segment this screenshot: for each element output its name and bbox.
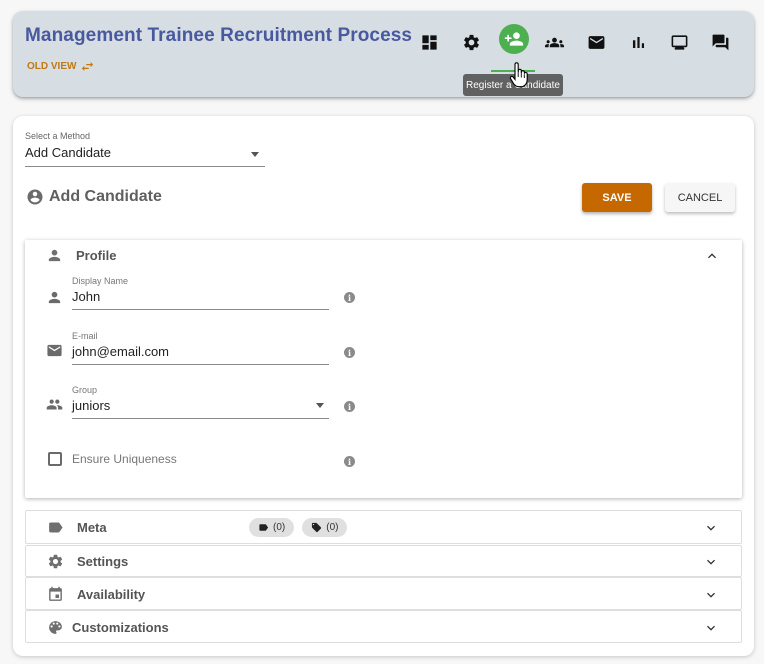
messages-button[interactable]	[579, 25, 613, 59]
info-icon[interactable]: i	[344, 347, 355, 358]
account-circle-icon	[27, 189, 43, 205]
meta-panel-header[interactable]: Meta	[26, 512, 741, 542]
info-icon[interactable]: i	[344, 401, 355, 412]
gear-icon	[463, 34, 479, 50]
monitor-icon	[671, 34, 687, 50]
statistics-button[interactable]	[621, 25, 655, 59]
ensure-uniqueness-checkbox[interactable]	[48, 452, 62, 466]
groups-icon	[544, 37, 564, 47]
forum-icon	[712, 34, 728, 50]
chat-button[interactable]	[703, 25, 737, 59]
chevron-down-icon	[251, 152, 259, 157]
swap-icon	[82, 62, 94, 71]
availability-panel[interactable]: Availability	[25, 577, 742, 610]
gear-icon	[48, 554, 63, 569]
old-view-toggle[interactable]: OLD VIEW	[27, 59, 95, 74]
palette-icon	[49, 621, 62, 634]
availability-panel-header[interactable]: Availability	[26, 579, 741, 609]
customizations-panel-title: Customizations	[72, 620, 169, 635]
profile-panel-header[interactable]: Profile	[25, 240, 742, 270]
chevron-up-icon	[708, 253, 716, 259]
chevron-down-icon	[707, 592, 715, 598]
ensure-uniqueness-label: Ensure Uniqueness	[72, 452, 177, 466]
label-icon	[259, 524, 269, 531]
group-icon	[46, 399, 63, 410]
labels-chip[interactable]: (0)	[249, 518, 295, 537]
method-select-label: Select a Method	[25, 131, 91, 141]
tags-count: (0)	[326, 522, 339, 533]
settings-panel-title: Settings	[77, 554, 129, 569]
main-card: Select a Method Add Candidate Add Candid…	[13, 116, 754, 656]
monitor-button[interactable]	[662, 25, 696, 59]
form-title-text: Add Candidate	[49, 188, 162, 205]
mail-icon	[47, 344, 62, 357]
display-name-value: John	[72, 289, 101, 304]
group-label: Group	[72, 385, 98, 395]
form-title: Add Candidate	[26, 188, 162, 206]
calendar-icon	[49, 586, 62, 601]
group-value: juniors	[72, 398, 111, 413]
cancel-button[interactable]: CANCEL	[665, 183, 735, 212]
meta-panel-title: Meta	[77, 520, 107, 535]
labels-count: (0)	[273, 522, 286, 533]
person-add-icon	[504, 32, 524, 46]
page-title: Management Trainee Recruitment Process	[25, 25, 413, 46]
settings-panel-header[interactable]: Settings	[26, 546, 741, 576]
availability-panel-title: Availability	[77, 587, 146, 602]
old-view-label: OLD VIEW	[27, 61, 77, 72]
register-candidate-button[interactable]	[499, 24, 529, 54]
candidates-button[interactable]	[537, 25, 571, 59]
email-label: E-mail	[72, 331, 98, 341]
dashboard-button[interactable]	[412, 25, 446, 59]
settings-panel[interactable]: Settings	[25, 545, 742, 577]
chevron-down-icon	[707, 559, 715, 565]
chevron-down-icon	[707, 525, 715, 531]
profile-panel: Profile Display Name John i E-mail john@…	[25, 240, 742, 498]
person-icon	[48, 291, 61, 304]
hand-cursor-icon	[509, 62, 528, 88]
method-select[interactable]: Select a Method Add Candidate	[25, 131, 265, 167]
group-select[interactable]: Group juniors	[72, 385, 329, 419]
display-name-field[interactable]: Display Name John	[72, 276, 329, 310]
customizations-panel[interactable]: Customizations	[25, 610, 742, 643]
person-icon	[48, 249, 61, 262]
tags-chip[interactable]: (0)	[302, 518, 348, 537]
bar-chart-icon	[632, 36, 644, 48]
method-select-value: Add Candidate	[25, 145, 112, 160]
info-icon[interactable]: i	[344, 292, 355, 303]
meta-chips: (0) (0)	[249, 518, 348, 537]
dashboard-icon	[421, 34, 437, 50]
chevron-down-icon	[316, 403, 324, 408]
customizations-panel-header[interactable]: Customizations	[26, 612, 741, 642]
tag-icon	[312, 522, 322, 533]
info-icon[interactable]: i	[344, 456, 355, 467]
label-icon	[49, 522, 63, 533]
settings-button[interactable]	[454, 25, 488, 59]
display-name-label: Display Name	[72, 276, 129, 286]
profile-panel-title: Profile	[76, 248, 117, 263]
save-button[interactable]: SAVE	[582, 183, 652, 212]
email-value: john@email.com	[72, 344, 170, 359]
email-field[interactable]: E-mail john@email.com	[72, 331, 329, 365]
chevron-down-icon	[707, 625, 715, 631]
meta-panel[interactable]: Meta (0) (0)	[25, 510, 742, 544]
mail-icon	[588, 35, 604, 49]
